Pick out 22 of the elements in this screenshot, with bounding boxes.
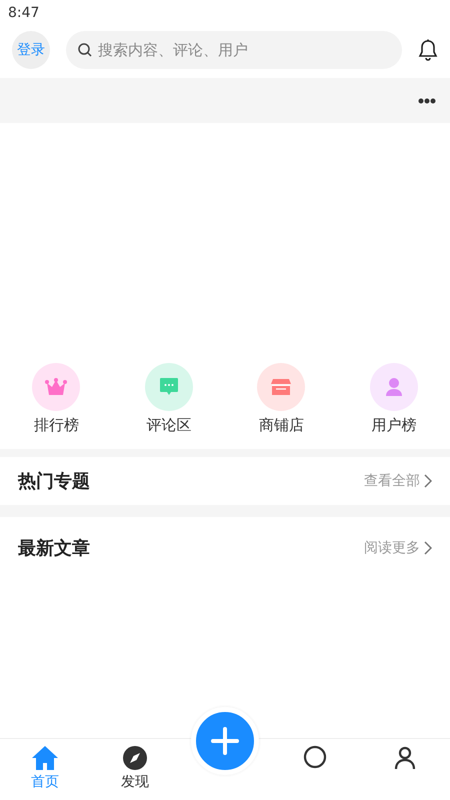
chevron-icon	[424, 541, 432, 555]
more-icon[interactable]	[418, 98, 436, 104]
search-field[interactable]: 搜索内容、评论、用户	[66, 31, 402, 69]
category-label[interactable]: 商铺店	[258, 416, 304, 435]
category-label[interactable]: 排行榜	[34, 416, 79, 435]
category-button[interactable]	[257, 363, 306, 411]
section-title: 最新文章	[18, 537, 90, 560]
section-title: 热门专题	[18, 470, 90, 493]
circle-icon	[302, 745, 328, 771]
category-button[interactable]	[32, 363, 80, 411]
plus-icon	[210, 726, 240, 756]
category-label[interactable]: 用户榜	[371, 416, 416, 435]
category-button[interactable]	[144, 363, 193, 411]
category-button[interactable]	[370, 363, 418, 411]
person-icon	[392, 745, 418, 771]
category-label[interactable]: 评论区	[146, 416, 192, 435]
nav-tab[interactable]: 发现	[90, 739, 180, 800]
bell-icon[interactable]	[418, 39, 438, 61]
status-time: 8:47	[8, 5, 40, 21]
home-icon	[31, 745, 59, 771]
compass-icon	[122, 745, 148, 771]
chevron-icon	[424, 474, 432, 488]
